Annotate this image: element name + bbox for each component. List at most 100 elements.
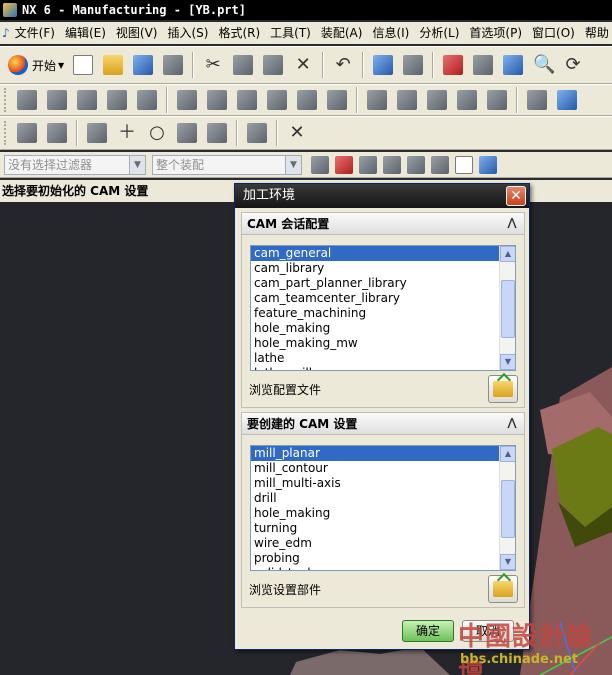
object-delete-button[interactable]: ✕ xyxy=(283,119,311,147)
menu-help[interactable]: 帮助 xyxy=(580,22,612,44)
edit-object-button[interactable] xyxy=(13,119,41,147)
object-properties-button[interactable] xyxy=(203,119,231,147)
postprocess-button[interactable] xyxy=(323,86,351,114)
setup-list-scrollbar[interactable]: ▲ ▼ xyxy=(499,446,515,570)
zoom-button[interactable]: 🔍 xyxy=(529,51,557,79)
simulate-button[interactable] xyxy=(453,86,481,114)
list-item[interactable]: mill_planar xyxy=(251,446,499,461)
generate-toolpath-button[interactable] xyxy=(173,86,201,114)
body-color-icon[interactable] xyxy=(479,155,497,174)
delete-button[interactable]: ✕ xyxy=(289,51,317,79)
menu-tools[interactable]: 工具(T) xyxy=(265,22,316,44)
collapse-up-icon[interactable]: ⋀ xyxy=(504,215,520,231)
fit-view-button[interactable] xyxy=(439,51,467,79)
collapse-up-icon[interactable]: ⋀ xyxy=(504,415,520,431)
replay-toolpath-button[interactable] xyxy=(203,86,231,114)
list-item[interactable]: mill_contour xyxy=(251,461,499,476)
object-block-button[interactable] xyxy=(243,119,271,147)
toolbar-grip[interactable] xyxy=(4,121,8,145)
new-file-button[interactable] xyxy=(69,51,97,79)
menu-edit[interactable]: 编辑(E) xyxy=(60,22,111,44)
menu-preferences[interactable]: 首选项(P) xyxy=(464,22,527,44)
list-item[interactable]: hole_making xyxy=(251,506,499,521)
scroll-up-icon[interactable]: ▲ xyxy=(500,446,515,462)
output-cls-button[interactable] xyxy=(423,86,451,114)
scrollbar-thumb[interactable] xyxy=(501,280,515,338)
create-tool-button[interactable] xyxy=(43,86,71,114)
list-item[interactable]: hole_making xyxy=(251,321,499,336)
list-item[interactable]: cam_teamcenter_library xyxy=(251,291,499,306)
list-item[interactable]: lathe xyxy=(251,351,499,366)
list-item[interactable]: probing xyxy=(251,551,499,566)
select-feature-icon[interactable] xyxy=(311,155,329,174)
create-geometry-button[interactable] xyxy=(73,86,101,114)
face-rule-icon[interactable] xyxy=(431,155,449,174)
curve-rule-icon[interactable] xyxy=(359,155,377,174)
find-object-button[interactable]: ○ xyxy=(143,119,171,147)
information-button[interactable] xyxy=(369,51,397,79)
object-add-button[interactable]: ＋ xyxy=(113,119,141,147)
close-icon[interactable]: ✕ xyxy=(506,186,526,206)
copy-object-button[interactable] xyxy=(83,119,111,147)
scroll-up-icon[interactable]: ▲ xyxy=(500,246,515,262)
list-item[interactable]: wire_edm xyxy=(251,536,499,551)
view-options-button[interactable] xyxy=(399,51,427,79)
menu-window[interactable]: 窗口(O) xyxy=(527,22,580,44)
menu-view[interactable]: 视图(V) xyxy=(111,22,163,44)
create-method-button[interactable] xyxy=(103,86,131,114)
list-item[interactable]: cam_general xyxy=(251,246,499,261)
list-item[interactable]: cam_library xyxy=(251,261,499,276)
save-button[interactable] xyxy=(129,51,157,79)
undo-button[interactable]: ↶ xyxy=(329,51,357,79)
browse-config-button[interactable] xyxy=(488,375,518,403)
assembly-scope-combo[interactable]: 整个装配 ▼ xyxy=(152,154,302,175)
paste-button[interactable] xyxy=(259,51,287,79)
open-file-button[interactable] xyxy=(99,51,127,79)
transform-button[interactable] xyxy=(483,86,511,114)
shop-docs-button[interactable] xyxy=(363,86,391,114)
list-item[interactable]: turning xyxy=(251,521,499,536)
list-toolpath-button[interactable] xyxy=(233,86,261,114)
zoom-in-button[interactable] xyxy=(499,51,527,79)
menu-information[interactable]: 信息(I) xyxy=(367,22,414,44)
menu-file[interactable]: 文件(F) xyxy=(10,22,60,44)
cam-setup-header[interactable]: 要创建的 CAM 设置 ⋀ xyxy=(242,413,524,435)
scroll-down-icon[interactable]: ▼ xyxy=(500,554,515,570)
solid-body-icon[interactable] xyxy=(383,155,401,174)
cut-button[interactable]: ✂ xyxy=(199,51,227,79)
feeds-speeds-button[interactable] xyxy=(393,86,421,114)
rotate-button[interactable]: ⟳ xyxy=(559,51,587,79)
toolbar-grip[interactable] xyxy=(4,88,8,112)
delete-toolpath-button[interactable] xyxy=(293,86,321,114)
object-display-button[interactable] xyxy=(173,119,201,147)
scrollbar-thumb[interactable] xyxy=(501,480,515,538)
list-item[interactable]: mill_multi-axis xyxy=(251,476,499,491)
zoom-window-button[interactable] xyxy=(469,51,497,79)
copy-button[interactable] xyxy=(229,51,257,79)
tool-display-button[interactable] xyxy=(553,86,581,114)
verify-toolpath-button[interactable] xyxy=(263,86,291,114)
start-button[interactable]: 开始 ▼ xyxy=(4,51,68,79)
cam-session-config-list[interactable]: cam_general cam_library cam_part_planner_l… xyxy=(250,245,516,371)
list-item[interactable]: cam_part_planner_library xyxy=(251,276,499,291)
list-item[interactable]: feature_machining xyxy=(251,306,499,321)
create-program-button[interactable] xyxy=(13,86,41,114)
scroll-down-icon[interactable]: ▼ xyxy=(500,354,515,370)
cam-session-config-header[interactable]: CAM 会话配置 ⋀ xyxy=(242,213,524,235)
snap-point-icon[interactable] xyxy=(335,155,353,174)
list-item[interactable]: lathe_mill xyxy=(251,366,499,370)
rectangle-select-icon[interactable] xyxy=(455,155,473,174)
sheet-body-icon[interactable] xyxy=(407,155,425,174)
ok-button[interactable]: 确定 xyxy=(402,620,454,642)
print-button[interactable] xyxy=(159,51,187,79)
config-list-scrollbar[interactable]: ▲ ▼ xyxy=(499,246,515,370)
create-operation-button[interactable] xyxy=(133,86,161,114)
list-item[interactable]: hole_making_mw xyxy=(251,336,499,351)
list-item[interactable]: drill xyxy=(251,491,499,506)
list-item[interactable]: solid_tool xyxy=(251,566,499,570)
browse-setup-button[interactable] xyxy=(488,575,518,603)
menu-assemblies[interactable]: 装配(A) xyxy=(316,22,368,44)
selection-filter-combo[interactable]: 没有选择过滤器 ▼ xyxy=(4,154,146,175)
menu-insert[interactable]: 插入(S) xyxy=(162,22,213,44)
cam-setup-list[interactable]: mill_planar mill_contour mill_multi-axis dr… xyxy=(250,445,516,571)
